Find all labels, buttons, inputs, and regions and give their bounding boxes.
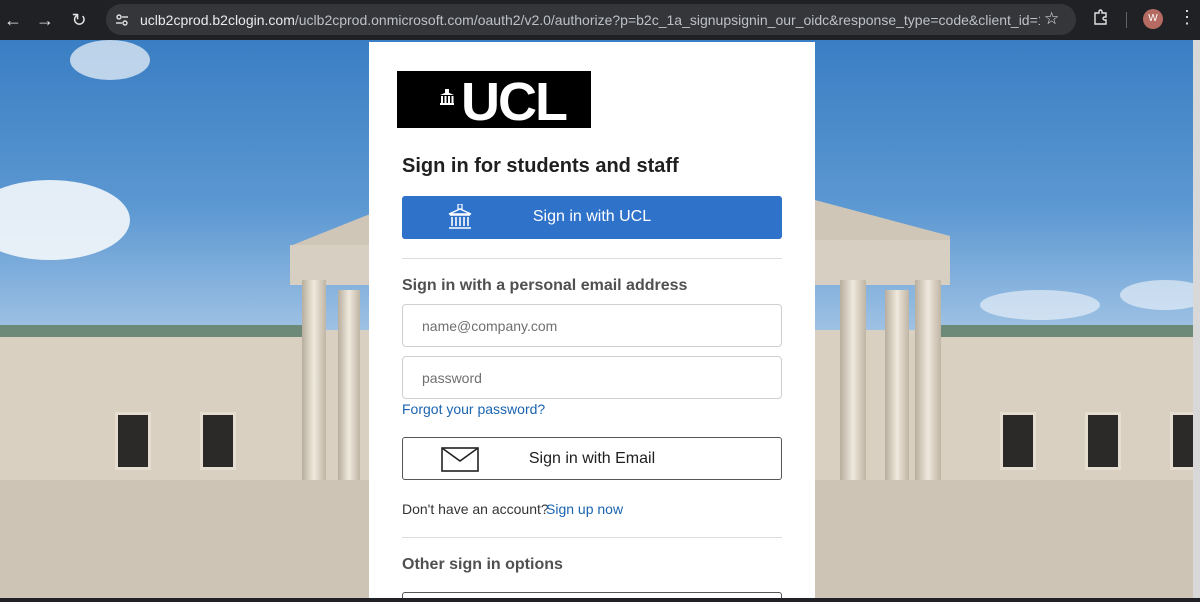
sign-in-ucl-button[interactable]: Sign in with UCL — [402, 196, 782, 239]
other-sign-in-button[interactable] — [402, 592, 782, 598]
avatar[interactable]: W — [1143, 9, 1163, 29]
url-host: uclb2cprod.b2clogin.com — [140, 12, 295, 28]
scrollbar[interactable] — [1193, 40, 1200, 598]
url-text: uclb2cprod.b2clogin.com/uclb2cprod.onmic… — [140, 12, 1040, 28]
address-bar[interactable]: uclb2cprod.b2clogin.com/uclb2cprod.onmic… — [106, 4, 1076, 35]
forgot-password-link[interactable]: Forgot your password? — [402, 401, 545, 417]
arrow-right-icon[interactable]: → — [32, 7, 58, 33]
reload-icon[interactable]: ↻ — [66, 7, 92, 33]
logo-text: UCL — [461, 72, 568, 132]
no-account-text: Don't have an account? — [402, 501, 549, 517]
url-path: /uclb2cprod.onmicrosoft.com/oauth2/v2.0/… — [294, 12, 1040, 28]
site-settings-icon[interactable] — [114, 12, 130, 28]
email-field[interactable] — [402, 304, 782, 347]
other-options-heading: Other sign in options — [402, 556, 563, 573]
sign-in-email-label: Sign in with Email — [528, 450, 656, 467]
portico-icon — [440, 89, 454, 105]
sign-in-ucl-label: Sign in with UCL — [532, 208, 652, 225]
bottom-edge — [0, 598, 1200, 602]
divider — [402, 537, 782, 538]
divider — [402, 258, 782, 259]
browser-toolbar: ← → ↻ uclb2cprod.b2clogin.com/uclb2cprod… — [0, 0, 1200, 40]
sign-up-link[interactable]: Sign up now — [546, 501, 623, 517]
arrow-left-icon[interactable]: ← — [0, 7, 26, 33]
puzzle-icon[interactable] — [1092, 8, 1110, 26]
page-title: Sign in for students and staff — [402, 155, 679, 177]
kebab-menu-icon[interactable]: ⋮ — [1178, 8, 1196, 26]
personal-email-heading: Sign in with a personal email address — [402, 277, 688, 294]
sign-in-email-button[interactable]: Sign in with Email — [402, 437, 782, 480]
sign-in-panel: UCL Sign in for students and staff Sign … — [369, 42, 815, 598]
toolbar-divider — [1126, 12, 1127, 28]
ucl-logo: UCL — [397, 71, 591, 132]
password-field[interactable] — [402, 356, 782, 399]
star-icon[interactable]: ☆ — [1044, 9, 1059, 29]
